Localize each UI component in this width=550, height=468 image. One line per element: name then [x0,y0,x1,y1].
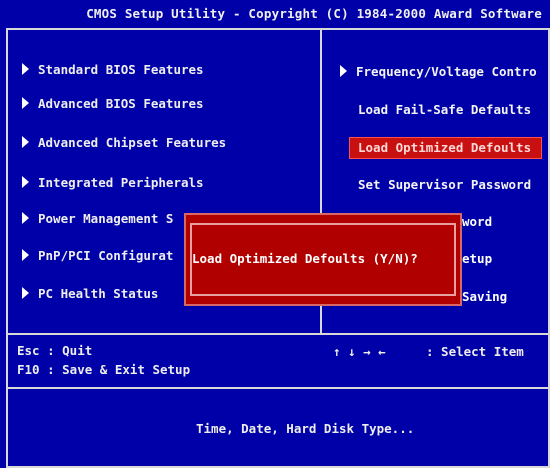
menu-label: PnP/PCI Configurat [38,248,174,263]
menu-advanced-chipset-features[interactable]: Advanced Chipset Features [22,134,226,152]
menu-set-supervisor-password[interactable]: Set Supervisor Password [358,176,531,194]
submenu-arrow-icon [22,211,29,224]
submenu-arrow-icon [340,64,347,77]
keys-divider [6,333,550,335]
menu-integrated-peripherals[interactable]: Integrated Peripherals [22,174,204,192]
menu-set-user-password-partial[interactable]: word [462,213,492,231]
help-text: Time, Date, Hard Disk Type... [196,421,415,436]
menu-label: Integrated Peripherals [38,175,204,190]
submenu-arrow-icon [22,248,29,261]
submenu-arrow-icon [22,286,29,299]
submenu-arrow-icon [22,175,29,188]
confirm-dialog-prompt: Load Optimized Defoults (Y/N)? [192,251,418,266]
menu-label: Advanced BIOS Features [38,96,204,111]
menu-label: Frequency/Voltage Contro [356,64,537,79]
help-divider [6,387,550,389]
menu-advanced-bios-features[interactable]: Advanced BIOS Features [22,95,204,113]
menu-pnp-pci-configuration[interactable]: PnP/PCI Configurat [22,247,173,265]
submenu-arrow-icon [22,62,29,75]
key-hint-f10: F10 : Save & Exit Setup [17,362,191,377]
key-hint-esc: Esc : Quit [17,343,93,358]
window-title: CMOS Setup Utility - Copyright (C) 1984-… [86,6,542,21]
submenu-arrow-icon [22,135,29,148]
menu-save-exit-setup-partial[interactable]: etup [462,250,492,268]
menu-exit-without-saving-partial[interactable]: Saving [462,288,507,306]
menu-load-fail-safe-defaults[interactable]: Load Fail-Safe Defaults [358,101,531,119]
submenu-arrow-icon [22,96,29,109]
key-hint-select: : Select Item [426,344,524,359]
menu-frequency-voltage-control[interactable]: Frequency/Voltage Contro [340,63,537,81]
menu-label: Standard BIOS Features [38,62,204,77]
menu-label: Power Management S [38,211,174,226]
menu-load-optimized-defaults[interactable]: Load Optimized Defoults [358,139,531,157]
menu-standard-bios-features[interactable]: Standard BIOS Features [22,61,204,79]
menu-label: PC Health Status [38,286,159,301]
menu-pc-health-status[interactable]: PC Health Status [22,285,158,303]
key-hint-arrows: ↑ ↓ → ← [333,344,386,359]
menu-power-management[interactable]: Power Management S [22,210,173,228]
menu-label: Advanced Chipset Features [38,135,227,150]
